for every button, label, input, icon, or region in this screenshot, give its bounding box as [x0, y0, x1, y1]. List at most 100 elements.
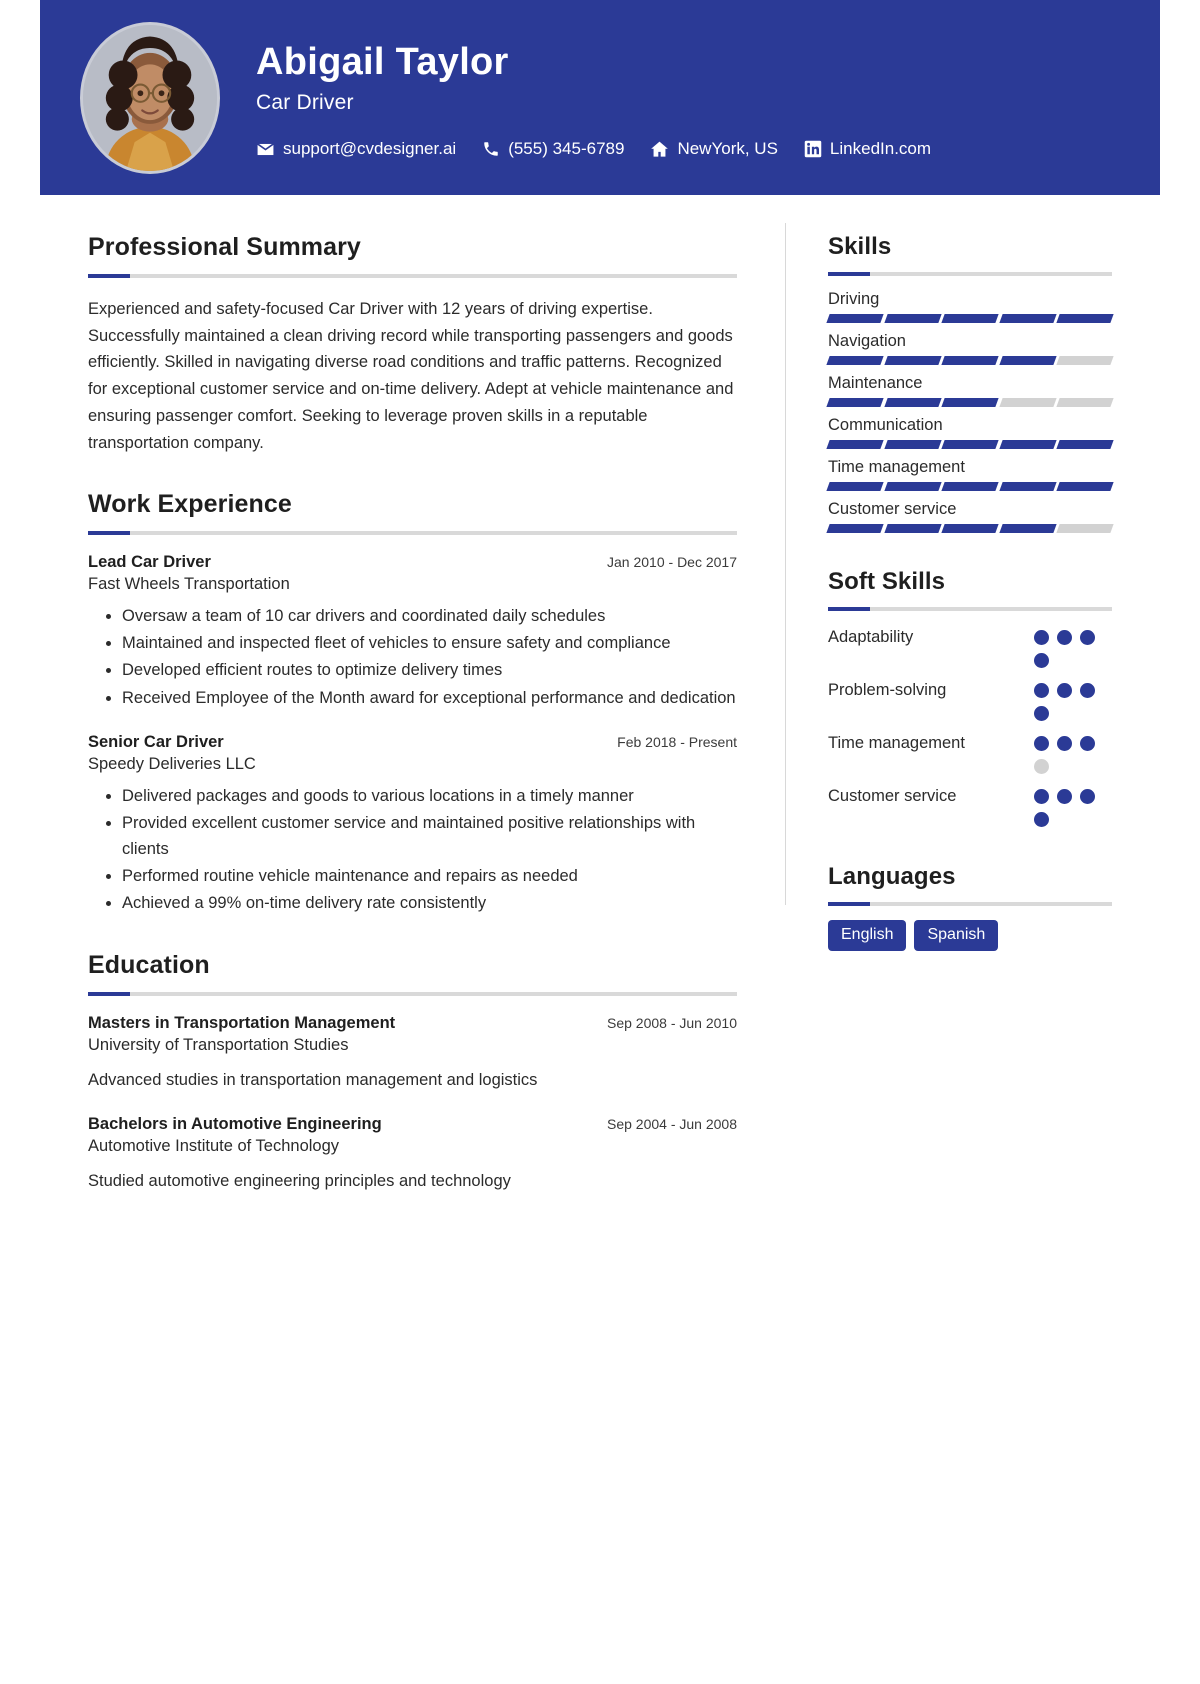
soft-skill-row: Customer service: [828, 784, 1112, 827]
resume-body: Professional Summary Experienced and saf…: [40, 195, 1160, 1235]
entry-bullet: Provided excellent customer service and …: [122, 810, 737, 862]
sidebar-column: Skills Driving Navigation Maintenance Commu…: [786, 195, 1160, 1235]
skill-bar-segment: [941, 314, 999, 323]
skill-bar-segment: [999, 482, 1057, 491]
skill-bar-segment: [883, 356, 941, 365]
rating-dot: [1034, 789, 1049, 804]
soft-skill-label: Customer service: [828, 787, 957, 805]
entry-title: Lead Car Driver: [88, 553, 211, 572]
candidate-name: Abigail Taylor: [256, 40, 509, 83]
section-title-skills: Skills: [828, 233, 892, 260]
skill-bar-segment: [883, 524, 941, 533]
contact-location[interactable]: NewYork, US: [650, 139, 778, 159]
skill-bar-segment: [826, 524, 884, 533]
entry-bullet-list: Oversaw a team of 10 car drivers and coo…: [88, 603, 737, 710]
skill-bar-segment: [999, 524, 1057, 533]
skill-bar-segment: [1056, 524, 1114, 533]
soft-skill-row: Adaptability: [828, 625, 1112, 668]
skill-bar: [826, 524, 1114, 533]
entry-bullet-list: Delivered packages and goods to various …: [88, 783, 737, 916]
education-entry-list: Masters in Transportation Management Sep …: [88, 1014, 737, 1195]
skill-list: Driving Navigation Maintenance Communicatio…: [826, 290, 1114, 533]
entry-bullet: Delivered packages and goods to various …: [122, 783, 737, 809]
resume-page: Abigail Taylor Car Driver support@cvdesi…: [40, 0, 1160, 1684]
entry-date: Sep 2004 - Jun 2008: [607, 1116, 737, 1133]
skill-bar-segment: [883, 314, 941, 323]
section-soft-skills: Soft Skills Adaptability Problem-solving T…: [828, 568, 1112, 827]
entry-organization: Speedy Deliveries LLC: [88, 754, 256, 773]
main-column: Professional Summary Experienced and saf…: [40, 195, 785, 1235]
skill-row: Maintenance: [826, 374, 1114, 407]
section-rule: [828, 272, 1112, 276]
rating-dot: [1057, 683, 1072, 698]
skill-bar-segment: [826, 356, 884, 365]
contact-phone[interactable]: (555) 345-6789: [482, 139, 624, 159]
skill-bar-segment: [999, 440, 1057, 449]
skill-bar-segment: [941, 440, 999, 449]
skill-bar-segment: [941, 524, 999, 533]
rating-dot: [1080, 683, 1095, 698]
section-title-soft-skills: Soft Skills: [828, 568, 946, 595]
entry-header: Bachelors in Automotive Engineering Sep 2…: [88, 1115, 737, 1134]
rating-dot: [1034, 653, 1049, 668]
email-icon: [256, 140, 275, 159]
contact-location-text: NewYork, US: [677, 139, 778, 159]
skill-bar-segment: [999, 356, 1057, 365]
section-work-experience: Work Experience Lead Car Driver Jan 2010 …: [88, 490, 737, 916]
contact-linkedin[interactable]: LinkedIn.com: [804, 139, 931, 159]
skill-bar: [826, 398, 1114, 407]
skill-row: Driving: [826, 290, 1114, 323]
rating-dot: [1034, 630, 1049, 645]
soft-skill-list: Adaptability Problem-solving Time manageme…: [828, 625, 1112, 827]
skill-bar-segment: [1056, 440, 1114, 449]
entry-description: Advanced studies in transportation manag…: [88, 1070, 538, 1089]
rating-dot: [1034, 683, 1049, 698]
skill-bar: [826, 440, 1114, 449]
contact-email[interactable]: support@cvdesigner.ai: [256, 139, 456, 159]
skill-row: Communication: [826, 416, 1114, 449]
work-entry-list: Lead Car Driver Jan 2010 - Dec 2017 Fast W…: [88, 553, 737, 916]
soft-skill-rating: [1034, 731, 1112, 774]
education-entry: Bachelors in Automotive Engineering Sep 2…: [88, 1115, 737, 1195]
header-text-block: Abigail Taylor Car Driver support@cvdesi…: [256, 36, 931, 160]
entry-organization: University of Transportation Studies: [88, 1035, 349, 1054]
section-rule: [88, 274, 737, 278]
rating-dot: [1080, 736, 1095, 751]
soft-skill-label: Time management: [828, 734, 965, 752]
skill-bar-segment: [941, 398, 999, 407]
contact-linkedin-text: LinkedIn.com: [829, 139, 932, 159]
contact-email-text: support@cvdesigner.ai: [283, 139, 457, 159]
skill-bar-segment: [883, 440, 941, 449]
skill-row: Navigation: [826, 332, 1114, 365]
entry-date: Feb 2018 - Present: [617, 733, 737, 750]
rating-dot: [1034, 759, 1049, 774]
skill-row: Time management: [826, 458, 1114, 491]
section-title-summary: Professional Summary: [88, 233, 361, 261]
skill-bar-segment: [941, 482, 999, 491]
soft-skill-rating: [1034, 678, 1112, 721]
entry-date: Sep 2008 - Jun 2010: [607, 1014, 737, 1031]
skill-bar-segment: [999, 398, 1057, 407]
entry-bullet: Developed efficient routes to optimize d…: [122, 657, 737, 683]
skill-bar-segment: [883, 398, 941, 407]
contact-phone-text: (555) 345-6789: [508, 139, 625, 159]
section-rule: [88, 531, 737, 536]
avatar: [80, 21, 220, 174]
skill-label: Communication: [828, 416, 943, 434]
section-education: Education Masters in Transportation Mana…: [88, 951, 737, 1195]
rating-dot: [1057, 736, 1072, 751]
skill-label: Time management: [828, 458, 965, 476]
entry-header: Lead Car Driver Jan 2010 - Dec 2017: [88, 553, 737, 572]
entry-header: Masters in Transportation Management Sep …: [88, 1014, 737, 1033]
entry-title: Bachelors in Automotive Engineering: [88, 1115, 382, 1134]
skill-bar-segment: [826, 398, 884, 407]
work-entry: Lead Car Driver Jan 2010 - Dec 2017 Fast W…: [88, 553, 737, 710]
rating-dot: [1034, 812, 1049, 827]
rating-dot: [1057, 630, 1072, 645]
section-title-work: Work Experience: [88, 490, 292, 519]
resume-header: Abigail Taylor Car Driver support@cvdesi…: [40, 0, 1160, 195]
soft-skill-row: Problem-solving: [828, 678, 1112, 721]
entry-organization: Automotive Institute of Technology: [88, 1137, 340, 1156]
